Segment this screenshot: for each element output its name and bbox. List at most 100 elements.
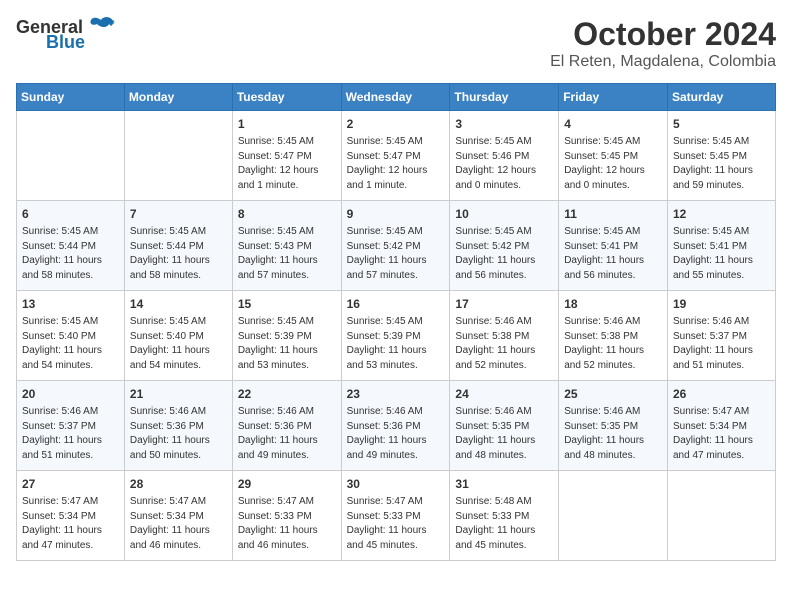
calendar-cell: 4 Sunrise: 5:45 AMSunset: 5:45 PMDaylight… — [559, 111, 668, 201]
calendar-cell: 18 Sunrise: 5:46 AMSunset: 5:38 PMDayligh… — [559, 291, 668, 381]
day-header-sunday: Sunday — [17, 84, 125, 111]
calendar-cell: 29 Sunrise: 5:47 AMSunset: 5:33 PMDayligh… — [232, 471, 341, 561]
calendar-cell: 15 Sunrise: 5:45 AMSunset: 5:39 PMDayligh… — [232, 291, 341, 381]
calendar-cell: 6Sunrise: 5:45 AMSunset: 5:44 PMDaylight… — [17, 201, 125, 291]
calendar-cell: 20Sunrise: 5:46 AMSunset: 5:37 PMDayligh… — [17, 381, 125, 471]
day-number: 25 — [564, 385, 662, 403]
day-number: 30 — [347, 475, 445, 493]
day-number: 17 — [455, 295, 553, 313]
calendar-cell: 25 Sunrise: 5:46 AMSunset: 5:35 PMDayligh… — [559, 381, 668, 471]
day-info: Sunrise: 5:47 AMSunset: 5:33 PMDaylight:… — [238, 495, 336, 553]
day-info: Sunrise: 5:45 AMSunset: 5:45 PMDaylight:… — [564, 135, 662, 193]
day-number: 26 — [673, 385, 770, 403]
day-info: Sunrise: 5:46 AMSunset: 5:37 PMDaylight:… — [673, 315, 770, 373]
calendar-table: SundayMondayTuesdayWednesdayThursdayFrid… — [16, 83, 776, 561]
calendar-cell: 5 Sunrise: 5:45 AMSunset: 5:45 PMDaylight… — [668, 111, 776, 201]
title-block: October 2024 El Reten, Magdalena, Colomb… — [550, 16, 776, 71]
calendar-cell: 31 Sunrise: 5:48 AMSunset: 5:33 PMDayligh… — [450, 471, 559, 561]
calendar-cell: 23 Sunrise: 5:46 AMSunset: 5:36 PMDayligh… — [341, 381, 450, 471]
day-header-tuesday: Tuesday — [232, 84, 341, 111]
calendar-cell — [668, 471, 776, 561]
day-number: 2 — [347, 115, 445, 133]
day-number: 31 — [455, 475, 553, 493]
day-info: Sunrise: 5:45 AMSunset: 5:41 PMDaylight:… — [673, 225, 770, 283]
day-number: 28 — [130, 475, 227, 493]
day-info: Sunrise: 5:45 AMSunset: 5:39 PMDaylight:… — [238, 315, 336, 373]
day-number: 21 — [130, 385, 227, 403]
day-info: Sunrise: 5:45 AMSunset: 5:40 PMDaylight:… — [130, 315, 227, 373]
day-header-thursday: Thursday — [450, 84, 559, 111]
location-title: El Reten, Magdalena, Colombia — [550, 53, 776, 71]
day-info: Sunrise: 5:45 AMSunset: 5:45 PMDaylight:… — [673, 135, 770, 193]
week-row-1: 1 Sunrise: 5:45 AMSunset: 5:47 PMDaylight… — [17, 111, 776, 201]
day-info: Sunrise: 5:45 AMSunset: 5:40 PMDaylight:… — [22, 315, 119, 373]
day-number: 19 — [673, 295, 770, 313]
calendar-cell: 30 Sunrise: 5:47 AMSunset: 5:33 PMDayligh… — [341, 471, 450, 561]
calendar-cell: 22 Sunrise: 5:46 AMSunset: 5:36 PMDayligh… — [232, 381, 341, 471]
day-info: Sunrise: 5:47 AMSunset: 5:33 PMDaylight:… — [347, 495, 445, 553]
calendar-cell: 10Sunrise: 5:45 AMSunset: 5:42 PMDayligh… — [450, 201, 559, 291]
day-number: 7 — [130, 205, 227, 223]
calendar-cell: 17 Sunrise: 5:46 AMSunset: 5:38 PMDayligh… — [450, 291, 559, 381]
day-header-monday: Monday — [124, 84, 232, 111]
day-number: 1 — [238, 115, 336, 133]
calendar-cell: 12Sunrise: 5:45 AMSunset: 5:41 PMDayligh… — [668, 201, 776, 291]
calendar-cell: 19 Sunrise: 5:46 AMSunset: 5:37 PMDayligh… — [668, 291, 776, 381]
day-info: Sunrise: 5:46 AMSunset: 5:37 PMDaylight:… — [22, 405, 119, 463]
day-info: Sunrise: 5:45 AMSunset: 5:39 PMDaylight:… — [347, 315, 445, 373]
day-info: Sunrise: 5:47 AMSunset: 5:34 PMDaylight:… — [130, 495, 227, 553]
day-number: 29 — [238, 475, 336, 493]
day-info: Sunrise: 5:46 AMSunset: 5:38 PMDaylight:… — [455, 315, 553, 373]
day-number: 15 — [238, 295, 336, 313]
calendar-cell — [17, 111, 125, 201]
day-info: Sunrise: 5:46 AMSunset: 5:35 PMDaylight:… — [564, 405, 662, 463]
day-info: Sunrise: 5:45 AMSunset: 5:42 PMDaylight:… — [347, 225, 445, 283]
day-info: Sunrise: 5:47 AMSunset: 5:34 PMDaylight:… — [22, 495, 119, 553]
day-number: 8 — [238, 205, 336, 223]
calendar-cell — [124, 111, 232, 201]
day-info: Sunrise: 5:45 AMSunset: 5:44 PMDaylight:… — [22, 225, 119, 283]
day-header-wednesday: Wednesday — [341, 84, 450, 111]
calendar-cell: 8 Sunrise: 5:45 AMSunset: 5:43 PMDaylight… — [232, 201, 341, 291]
day-info: Sunrise: 5:47 AMSunset: 5:34 PMDaylight:… — [673, 405, 770, 463]
day-number: 22 — [238, 385, 336, 403]
calendar-cell: 13 Sunrise: 5:45 AMSunset: 5:40 PMDayligh… — [17, 291, 125, 381]
day-number: 13 — [22, 295, 119, 313]
page-header: General Blue October 2024 El Reten, Magd… — [16, 16, 776, 71]
day-number: 4 — [564, 115, 662, 133]
calendar-cell: 21Sunrise: 5:46 AMSunset: 5:36 PMDayligh… — [124, 381, 232, 471]
day-info: Sunrise: 5:45 AMSunset: 5:43 PMDaylight:… — [238, 225, 336, 283]
day-info: Sunrise: 5:45 AMSunset: 5:42 PMDaylight:… — [455, 225, 553, 283]
day-info: Sunrise: 5:45 AMSunset: 5:44 PMDaylight:… — [130, 225, 227, 283]
day-info: Sunrise: 5:48 AMSunset: 5:33 PMDaylight:… — [455, 495, 553, 553]
day-number: 11 — [564, 205, 662, 223]
day-number: 18 — [564, 295, 662, 313]
day-number: 24 — [455, 385, 553, 403]
calendar-cell: 9 Sunrise: 5:45 AMSunset: 5:42 PMDaylight… — [341, 201, 450, 291]
day-info: Sunrise: 5:46 AMSunset: 5:36 PMDaylight:… — [238, 405, 336, 463]
calendar-cell: 24Sunrise: 5:46 AMSunset: 5:35 PMDayligh… — [450, 381, 559, 471]
calendar-cell: 16 Sunrise: 5:45 AMSunset: 5:39 PMDayligh… — [341, 291, 450, 381]
calendar-cell — [559, 471, 668, 561]
day-number: 3 — [455, 115, 553, 133]
day-info: Sunrise: 5:45 AMSunset: 5:47 PMDaylight:… — [238, 135, 336, 193]
day-number: 23 — [347, 385, 445, 403]
day-info: Sunrise: 5:46 AMSunset: 5:38 PMDaylight:… — [564, 315, 662, 373]
week-row-2: 6Sunrise: 5:45 AMSunset: 5:44 PMDaylight… — [17, 201, 776, 291]
day-header-friday: Friday — [559, 84, 668, 111]
day-number: 27 — [22, 475, 119, 493]
day-number: 14 — [130, 295, 227, 313]
calendar-cell: 7 Sunrise: 5:45 AMSunset: 5:44 PMDaylight… — [124, 201, 232, 291]
day-info: Sunrise: 5:45 AMSunset: 5:41 PMDaylight:… — [564, 225, 662, 283]
week-row-4: 20Sunrise: 5:46 AMSunset: 5:37 PMDayligh… — [17, 381, 776, 471]
calendar-cell: 26 Sunrise: 5:47 AMSunset: 5:34 PMDayligh… — [668, 381, 776, 471]
day-number: 5 — [673, 115, 770, 133]
day-info: Sunrise: 5:45 AMSunset: 5:47 PMDaylight:… — [347, 135, 445, 193]
calendar-cell: 27 Sunrise: 5:47 AMSunset: 5:34 PMDayligh… — [17, 471, 125, 561]
calendar-cell: 3 Sunrise: 5:45 AMSunset: 5:46 PMDaylight… — [450, 111, 559, 201]
day-number: 9 — [347, 205, 445, 223]
day-info: Sunrise: 5:46 AMSunset: 5:36 PMDaylight:… — [347, 405, 445, 463]
day-info: Sunrise: 5:45 AMSunset: 5:46 PMDaylight:… — [455, 135, 553, 193]
day-number: 16 — [347, 295, 445, 313]
calendar-cell: 14 Sunrise: 5:45 AMSunset: 5:40 PMDayligh… — [124, 291, 232, 381]
